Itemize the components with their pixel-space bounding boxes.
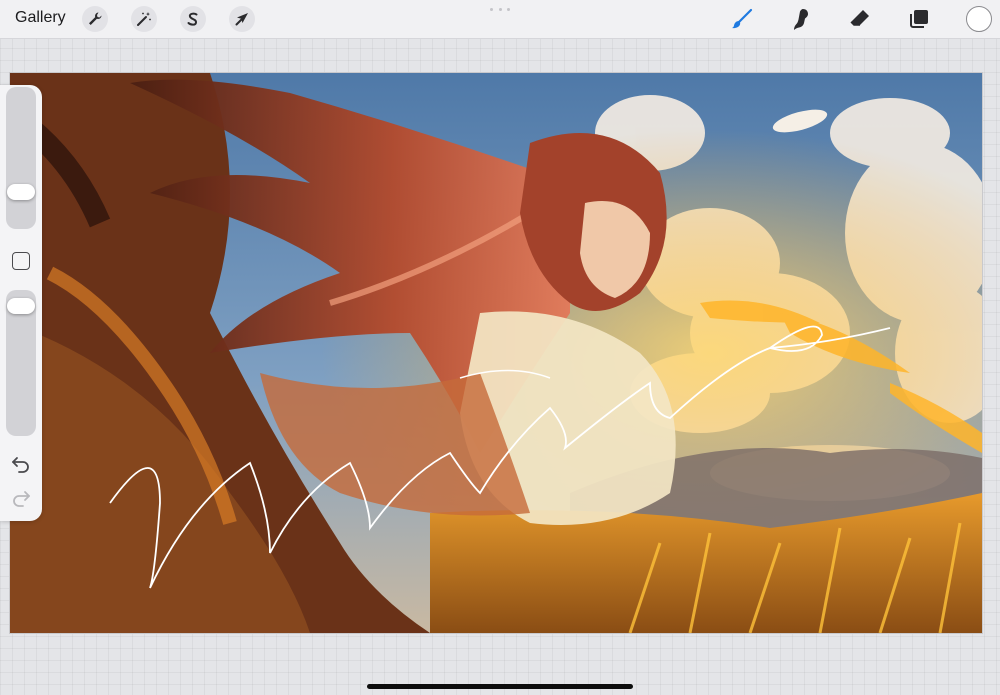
eraser-tool[interactable] — [846, 5, 874, 33]
eraser-icon — [850, 10, 869, 26]
selection-button[interactable] — [180, 6, 206, 32]
actions-button[interactable] — [82, 6, 108, 32]
modify-button[interactable] — [12, 252, 30, 270]
arrow-cursor-icon — [235, 13, 248, 26]
window-grip[interactable] — [490, 8, 510, 12]
smudge-icon — [794, 9, 808, 30]
transform-button[interactable] — [229, 6, 255, 32]
undo-icon[interactable] — [10, 453, 32, 475]
selection-s-icon — [187, 12, 198, 26]
magic-wand-icon — [137, 12, 151, 26]
brush-size-slider[interactable] — [6, 87, 36, 229]
brush-size-slider-thumb[interactable] — [7, 184, 35, 201]
brush-icon — [732, 8, 753, 29]
redo-icon[interactable] — [10, 487, 32, 509]
wrench-icon — [89, 12, 102, 25]
home-indicator[interactable] — [367, 684, 633, 689]
drawing-canvas[interactable] — [9, 72, 983, 634]
adjustments-button[interactable] — [131, 6, 157, 32]
gallery-button[interactable]: Gallery — [15, 9, 66, 27]
opacity-slider-thumb[interactable] — [7, 298, 35, 315]
color-picker-button[interactable] — [966, 6, 992, 32]
top-toolbar: Gallery — [0, 0, 1000, 39]
layers-button[interactable] — [905, 5, 933, 33]
smudge-tool[interactable] — [787, 5, 815, 33]
layers-icon — [910, 10, 928, 28]
artwork-illustration — [10, 73, 982, 633]
paint-brush-tool[interactable] — [728, 5, 756, 33]
